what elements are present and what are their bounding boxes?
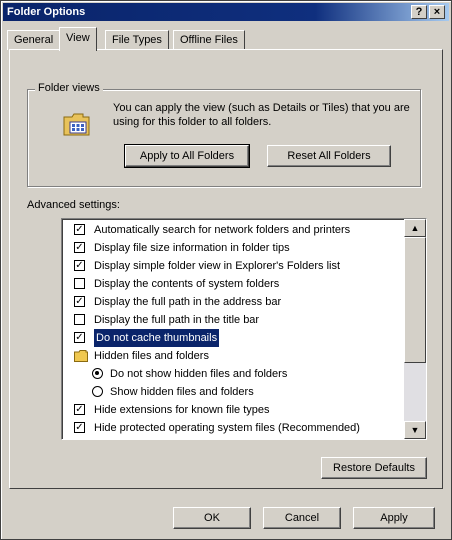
folder-icon	[74, 350, 88, 362]
apply-to-all-folders-button[interactable]: Apply to All Folders	[124, 144, 250, 168]
list-item-label: Do not show hidden files and folders	[110, 368, 288, 380]
radio-selected[interactable]	[92, 368, 103, 379]
close-button[interactable]: ×	[429, 5, 445, 19]
list-item-label: Automatically search for network folders…	[94, 224, 351, 236]
list-item-label: Display the contents of system folders	[94, 278, 280, 290]
tab-file-types[interactable]: File Types	[105, 30, 169, 50]
vertical-scrollbar[interactable]: ▲ ▼	[404, 219, 426, 439]
checkbox-checked[interactable]: ✓	[74, 404, 85, 415]
scroll-down-arrow-icon[interactable]: ▼	[404, 421, 426, 439]
help-button[interactable]: ?	[411, 5, 427, 19]
list-item-label: Display simple folder view in Explorer's…	[94, 260, 341, 272]
list-item-label: Hidden files and folders	[94, 350, 209, 362]
tab-offline-files[interactable]: Offline Files	[173, 30, 245, 50]
checkbox-checked[interactable]: ✓	[74, 224, 85, 235]
folder-icon	[63, 113, 90, 136]
advanced-settings-list[interactable]: ✓ Automatically search for network folde…	[61, 218, 427, 440]
checkbox-unchecked[interactable]	[74, 278, 85, 289]
folder-views-legend: Folder views	[35, 82, 103, 94]
list-item-label: Show hidden files and folders	[110, 386, 254, 398]
list-item-label: Hide protected operating system files (R…	[94, 422, 360, 434]
reset-all-folders-button[interactable]: Reset All Folders	[267, 145, 391, 167]
restore-defaults-button[interactable]: Restore Defaults	[321, 457, 427, 479]
radio-unselected[interactable]	[92, 386, 103, 397]
checkbox-unchecked[interactable]	[74, 314, 85, 325]
advanced-settings-label: Advanced settings:	[27, 199, 120, 211]
scroll-thumb[interactable]	[404, 237, 426, 363]
tab-general[interactable]: General	[7, 30, 61, 50]
list-item-label: Hide extensions for known file types	[94, 404, 270, 416]
list-item-label: Display the full path in the title bar	[94, 314, 260, 326]
title-bar[interactable]: Folder Options ? ×	[3, 3, 449, 21]
list-item-label: Display the full path in the address bar	[94, 296, 282, 308]
ok-button[interactable]: OK	[173, 507, 251, 529]
window-title: Folder Options	[7, 6, 86, 18]
apply-button[interactable]: Apply	[353, 507, 435, 529]
tab-view[interactable]: View	[59, 27, 97, 51]
checkbox-checked[interactable]: ✓	[74, 422, 85, 433]
checkbox-checked[interactable]: ✓	[74, 296, 85, 307]
scroll-up-arrow-icon[interactable]: ▲	[404, 219, 426, 237]
checkbox-checked[interactable]: ✓	[74, 260, 85, 271]
checkbox-checked[interactable]: ✓	[74, 242, 85, 253]
folder-options-dialog: Folder Options ? × General View File Typ…	[0, 0, 452, 540]
list-item-label: Display file size information in folder …	[94, 242, 290, 254]
cancel-button[interactable]: Cancel	[263, 507, 341, 529]
checkbox-checked[interactable]: ✓	[74, 332, 85, 343]
folder-views-description: You can apply the view (such as Details …	[113, 102, 410, 128]
list-item-label: Do not cache thumbnails	[92, 328, 221, 348]
